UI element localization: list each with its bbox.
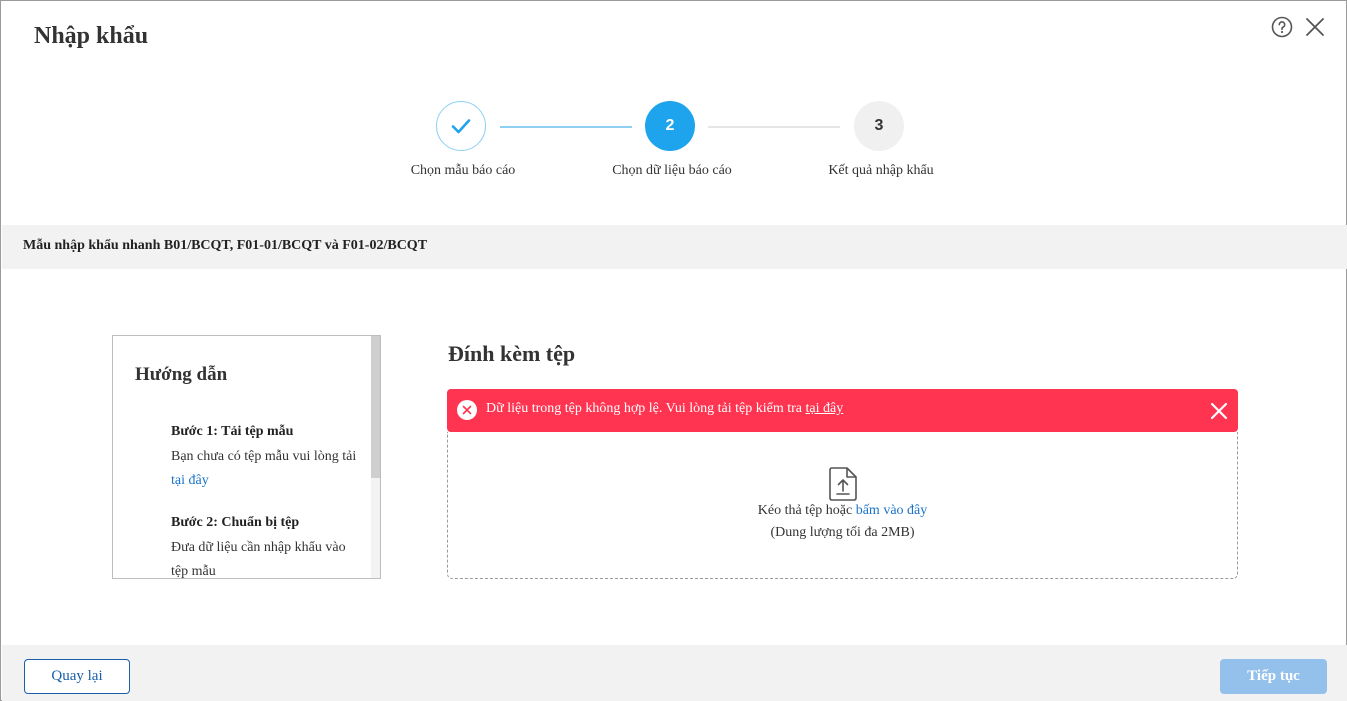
template-name: Mẫu nhập khẩu nhanh B01/BCQT, F01-01/BCQ…: [23, 238, 428, 253]
dialog-title: Nhập khẩu: [34, 23, 149, 49]
drop-instruction: Kéo thả tệp hoặc bấm vào đây: [448, 503, 1237, 519]
step-2-circle: 2: [645, 101, 695, 151]
file-upload-icon: [829, 467, 857, 501]
file-drop-zone[interactable]: Kéo thả tệp hoặc bấm vào đây (Dung lượng…: [447, 432, 1238, 579]
check-icon: [451, 119, 471, 134]
step-1-circle: [436, 101, 486, 151]
step-3-label: Kết quả nhập khẩu: [828, 163, 934, 178]
stepper-line-pending: [708, 126, 840, 128]
size-note: (Dung lượng tối đa 2MB): [770, 525, 915, 540]
help-circle-icon[interactable]: [1270, 15, 1294, 39]
attach-title: Đính kèm tệp: [448, 341, 576, 366]
stepper-line-completed: [500, 126, 632, 128]
guide-panel: Hướng dẫn Bước 1: Tải tệp mẫu Bạn chưa c…: [112, 335, 381, 579]
download-template-link[interactable]: tại đây: [171, 473, 209, 488]
error-message-text: Dữ liệu trong tệp không hợp lệ. Vui lòng…: [486, 401, 803, 416]
guide-title: Hướng dẫn: [135, 364, 228, 385]
guide-step1-desc: Bạn chưa có tệp mẫu vui lòng tải: [171, 449, 357, 464]
download-check-file-link[interactable]: tại đây: [806, 401, 844, 416]
guide-scrollbar-track[interactable]: [371, 336, 380, 578]
error-message: Dữ liệu trong tệp không hợp lệ. Vui lòng…: [486, 401, 843, 417]
template-name-bar: Mẫu nhập khẩu nhanh B01/BCQT, F01-01/BCQ…: [2, 225, 1347, 269]
back-button[interactable]: Quay lại: [24, 659, 130, 694]
close-icon[interactable]: [1303, 15, 1327, 39]
close-icon[interactable]: [1208, 400, 1230, 422]
step-3-circle: 3: [854, 101, 904, 151]
error-alert: Dữ liệu trong tệp không hợp lệ. Vui lòng…: [447, 389, 1238, 432]
step-2-label: Chọn dữ liệu báo cáo: [612, 163, 732, 178]
browse-file-link[interactable]: bấm vào đây: [856, 503, 928, 518]
error-circle-icon: [457, 400, 477, 420]
step-1-label: Chọn mẫu báo cáo: [410, 163, 516, 178]
guide-step1-text: Bạn chưa có tệp mẫu vui lòng tải tại đây: [171, 445, 361, 493]
drop-text: Kéo thả tệp hoặc: [757, 503, 853, 518]
guide-step1-title: Bước 1: Tải tệp mẫu: [171, 424, 294, 439]
guide-step2-title: Bước 2: Chuẩn bị tệp: [171, 515, 300, 530]
guide-scrollbar-thumb[interactable]: [371, 336, 380, 478]
import-dialog: Nhập khẩu 2 3 Chọn mẫu báo cáo Chọn dữ l…: [0, 0, 1347, 701]
next-button[interactable]: Tiếp tục: [1220, 659, 1327, 694]
dialog-footer: Quay lại Tiếp tục: [2, 645, 1347, 701]
guide-step2-text: Đưa dữ liệu cần nhập khẩu vào tệp mẫu: [171, 540, 346, 579]
